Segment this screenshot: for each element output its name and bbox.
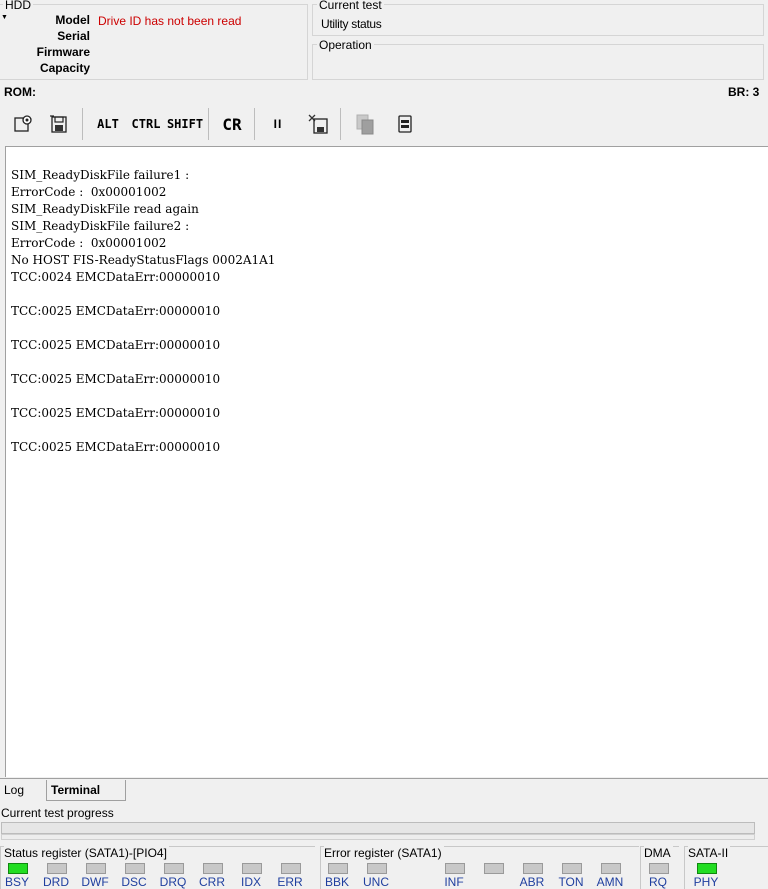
terminal-line: SIM_ReadyDiskFile failure2 : xyxy=(11,219,190,233)
terminal-line: SIM_ReadyDiskFile failure1 : xyxy=(11,168,190,182)
bus-led-rq xyxy=(649,863,669,874)
terminal-line: TCC:0024 EMCDataErr:00000010 xyxy=(11,270,221,284)
bus-led-phy xyxy=(697,863,717,874)
hdd-label-firmware: Firmware xyxy=(36,45,90,59)
error-led-reserved xyxy=(484,863,504,874)
status-label-drd: DRD xyxy=(43,875,69,889)
terminal-line: TCC:0025 EMCDataErr:00000010 xyxy=(11,372,221,386)
error-label-amn: AMN xyxy=(596,875,624,889)
progress-bar xyxy=(1,822,755,834)
operation-group xyxy=(312,44,764,80)
error-led-amn xyxy=(601,863,621,874)
toolbar-separator xyxy=(208,108,209,140)
status-label-dsc: DSC xyxy=(121,875,147,889)
status-label-drq: DRQ xyxy=(159,875,187,889)
status-label-dwf: DWF xyxy=(81,875,109,889)
dma-title: DMA xyxy=(644,846,673,860)
stop-log-button[interactable] xyxy=(304,110,332,138)
terminal-line: TCC:0025 EMCDataErr:00000010 xyxy=(11,406,221,420)
rom-bar: ROM: BR: 3 xyxy=(0,83,768,101)
cr-key-button[interactable]: CR xyxy=(218,110,246,138)
hdd-label-capacity: Capacity xyxy=(39,61,90,75)
operation-title: Operation xyxy=(317,38,374,52)
error-led-inf xyxy=(445,863,465,874)
floppy-cancel-icon xyxy=(308,114,328,134)
terminal-toolbar: ALT CTRL SHIFT CR II xyxy=(0,102,768,144)
status-led-crr xyxy=(203,863,223,874)
error-register-title: Error register (SATA1) xyxy=(324,846,444,860)
error-label-unc: UNC xyxy=(363,875,389,889)
bottom-tabs: Log Terminal xyxy=(0,778,768,801)
error-led-ton xyxy=(562,863,582,874)
save-floppy-icon xyxy=(50,115,67,133)
hdd-label-model: Model xyxy=(55,13,90,27)
error-led-unc xyxy=(367,863,387,874)
copy-button[interactable] xyxy=(352,110,378,138)
tab-log[interactable]: Log xyxy=(0,780,28,800)
toolbar-separator xyxy=(82,108,83,140)
status-led-err xyxy=(281,863,301,874)
print-button[interactable] xyxy=(392,110,418,138)
current-test-title: Current test xyxy=(317,0,384,12)
status-led-bsy xyxy=(8,863,28,874)
error-led-abr xyxy=(523,863,543,874)
alt-key-button[interactable]: ALT xyxy=(93,110,123,138)
error-label-abr: ABR xyxy=(519,875,545,889)
terminal-line: SIM_ReadyDiskFile read again xyxy=(11,202,199,216)
status-label-idx: IDX xyxy=(240,875,261,889)
status-label-bsy: BSY xyxy=(4,875,29,889)
copy-icon xyxy=(356,114,374,135)
br-label: BR: 3 xyxy=(728,85,760,99)
terminal-line: TCC:0025 EMCDataErr:00000010 xyxy=(11,440,221,454)
shift-key-button[interactable]: SHIFT xyxy=(167,110,203,138)
toolbar-separator xyxy=(340,108,341,140)
status-led-drq xyxy=(164,863,184,874)
error-label-inf: INF xyxy=(444,875,464,889)
hdd-chevron-down-icon[interactable]: ▼ xyxy=(1,14,8,21)
status-led-drd xyxy=(47,863,67,874)
terminal-line: TCC:0025 EMCDataErr:00000010 xyxy=(11,338,221,352)
settings-gear-icon xyxy=(14,115,32,132)
save-button[interactable] xyxy=(46,110,72,138)
hdd-label-serial: Serial xyxy=(57,29,90,43)
status-led-dsc xyxy=(125,863,145,874)
settings-button[interactable] xyxy=(10,110,36,138)
tab-terminal[interactable]: Terminal xyxy=(46,780,126,801)
hdd-group-title: HDD xyxy=(3,0,33,12)
bus-label-rq: RQ xyxy=(649,875,667,889)
progress-label: Current test progress xyxy=(1,806,114,820)
status-label-err: ERR xyxy=(277,875,303,889)
toolbar-separator xyxy=(254,108,255,140)
status-led-dwf xyxy=(86,863,106,874)
terminal-line: ErrorCode : 0x00001002 xyxy=(11,185,167,199)
error-label-ton: TON xyxy=(558,875,584,889)
terminal-line: ErrorCode : 0x00001002 xyxy=(11,236,167,250)
rom-label: ROM: xyxy=(4,85,36,99)
status-register-title: Status register (SATA1)-[PIO4] xyxy=(4,846,169,860)
printer-icon xyxy=(398,115,412,133)
progress-bar-secondary xyxy=(1,834,755,840)
status-label-crr: CRR xyxy=(199,875,225,889)
terminal-line: TCC:0025 EMCDataErr:00000010 xyxy=(11,304,221,318)
terminal-lines: SIM_ReadyDiskFile failure1 : ErrorCode :… xyxy=(11,167,275,456)
error-label-bbk: BBK xyxy=(324,875,349,889)
sata-title: SATA-II xyxy=(688,846,731,860)
ctrl-key-button[interactable]: CTRL xyxy=(129,110,163,138)
current-test-value: Utility status xyxy=(321,17,382,31)
terminal-line: No HOST FIS-ReadyStatusFlags 0002A1A1 xyxy=(11,253,276,267)
bus-label-phy: PHY xyxy=(693,875,719,889)
terminal-output[interactable]: SIM_ReadyDiskFile failure1 : ErrorCode :… xyxy=(5,146,768,777)
status-led-idx xyxy=(242,863,262,874)
pause-button[interactable]: II xyxy=(268,110,288,138)
error-led-bbk xyxy=(328,863,348,874)
hdd-model-value: Drive ID has not been read xyxy=(98,14,242,28)
